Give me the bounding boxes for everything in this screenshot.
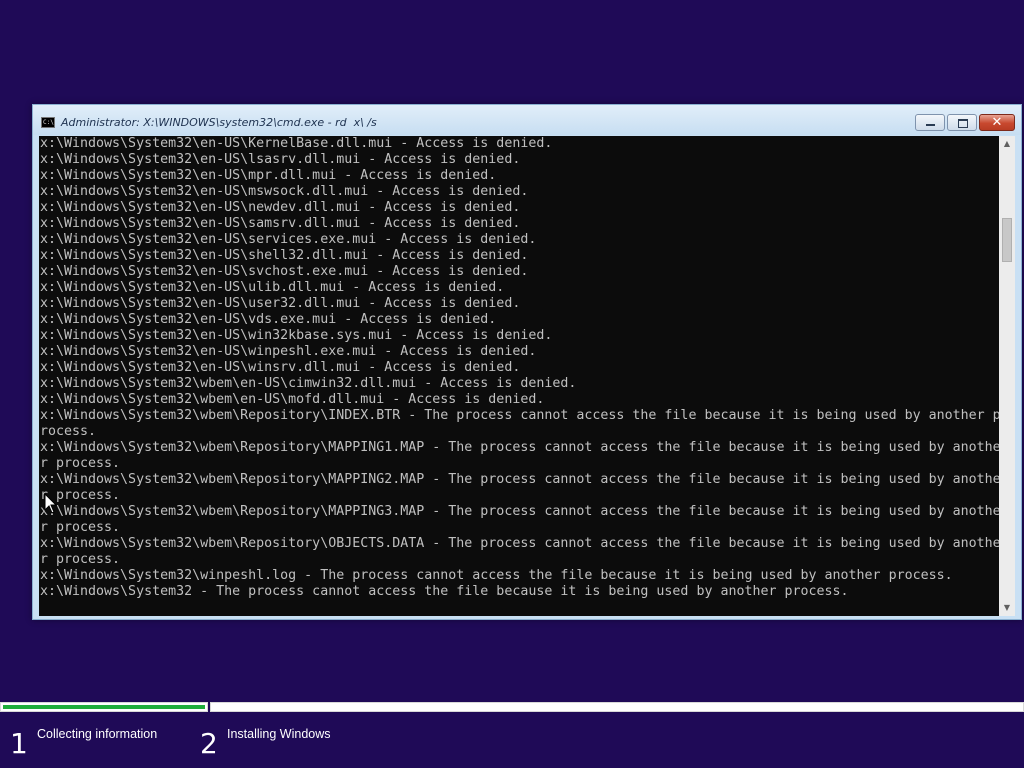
console-line: x:\Windows\System32\wbem\Repository\MAPP… <box>40 440 999 455</box>
console-line: r process. <box>40 488 121 503</box>
console-line: x:\Windows\System32\wbem\en-US\mofd.dll.… <box>40 392 545 407</box>
console-line: x:\Windows\System32\en-US\user32.dll.mui… <box>40 296 521 311</box>
scroll-up-arrow-icon[interactable]: ▲ <box>999 136 1015 152</box>
console-line: x:\Windows\System32\winpeshl.log - The p… <box>40 568 953 583</box>
window-titlebar[interactable]: C:\ Administrator: X:\WINDOWS\system32\c… <box>33 105 1021 135</box>
console-line: x:\Windows\System32\en-US\newdev.dll.mui… <box>40 200 521 215</box>
cmd-window[interactable]: C:\ Administrator: X:\WINDOWS\system32\c… <box>32 104 1022 620</box>
close-icon: ✕ <box>991 115 1003 130</box>
step-number: 1 <box>10 727 28 760</box>
console-line: r process. <box>40 520 121 535</box>
maximize-button[interactable] <box>947 114 977 131</box>
console-line: x:\Windows\System32\wbem\Repository\MAPP… <box>40 472 999 487</box>
console-line: r process. <box>40 456 121 471</box>
cmd-icon[interactable]: C:\ <box>41 117 55 128</box>
console-line: x:\Windows\System32\wbem\en-US\cimwin32.… <box>40 376 577 391</box>
console-line: x:\Windows\System32\wbem\Repository\INDE… <box>40 408 999 423</box>
maximize-icon <box>958 119 968 128</box>
step-label: Installing Windows <box>227 727 331 741</box>
step-number: 2 <box>200 727 218 760</box>
console-line: x:\Windows\System32\en-US\KernelBase.dll… <box>40 136 553 151</box>
minimize-button[interactable] <box>915 114 945 131</box>
progress-segment-installing <box>210 702 1024 712</box>
window-title: Administrator: X:\WINDOWS\system32\cmd.e… <box>61 116 377 129</box>
scroll-thumb[interactable] <box>1002 218 1012 262</box>
console-line: x:\Windows\System32\wbem\Repository\MAPP… <box>40 504 999 519</box>
console-line: x:\Windows\System32\en-US\mpr.dll.mui - … <box>40 168 497 183</box>
step-label: Collecting information <box>37 727 158 741</box>
console-line: rocess. <box>40 424 97 439</box>
console-line: x:\Windows\System32\en-US\mswsock.dll.mu… <box>40 184 529 199</box>
minimize-icon <box>926 124 935 126</box>
console-line: x:\Windows\System32\en-US\lsasrv.dll.mui… <box>40 152 521 167</box>
console-line: x:\Windows\System32\wbem\Repository\OBJE… <box>40 536 999 551</box>
scroll-down-arrow-icon[interactable]: ▼ <box>999 600 1015 616</box>
console-line: x:\Windows\System32\en-US\vds.exe.mui - … <box>40 312 497 327</box>
progress-fill <box>3 705 205 709</box>
console-line: x:\Windows\System32 - The process cannot… <box>40 584 849 599</box>
console-line: x:\Windows\System32\en-US\winpeshl.exe.m… <box>40 344 537 359</box>
setup-progress-bar <box>0 702 1024 712</box>
vertical-scrollbar[interactable]: ▲ ▼ <box>999 136 1015 616</box>
console-line: x:\Windows\System32\en-US\winsrv.dll.mui… <box>40 360 521 375</box>
close-button[interactable]: ✕ <box>979 114 1015 131</box>
console-line: x:\Windows\System32\en-US\shell32.dll.mu… <box>40 248 529 263</box>
console-line: x:\Windows\System32\en-US\services.exe.m… <box>40 232 537 247</box>
mouse-pointer-icon <box>44 493 58 514</box>
console-line: r process. <box>40 552 121 567</box>
console-line: x:\Windows\System32\en-US\svchost.exe.mu… <box>40 264 529 279</box>
progress-segment-collecting <box>0 702 208 712</box>
console-output[interactable]: x:\Windows\System32\en-US\KernelBase.dll… <box>39 136 999 616</box>
console-line: x:\Windows\System32\en-US\samsrv.dll.mui… <box>40 216 521 231</box>
console-line: x:\Windows\System32\en-US\win32kbase.sys… <box>40 328 553 343</box>
console-line: x:\Windows\System32\en-US\ulib.dll.mui -… <box>40 280 505 295</box>
